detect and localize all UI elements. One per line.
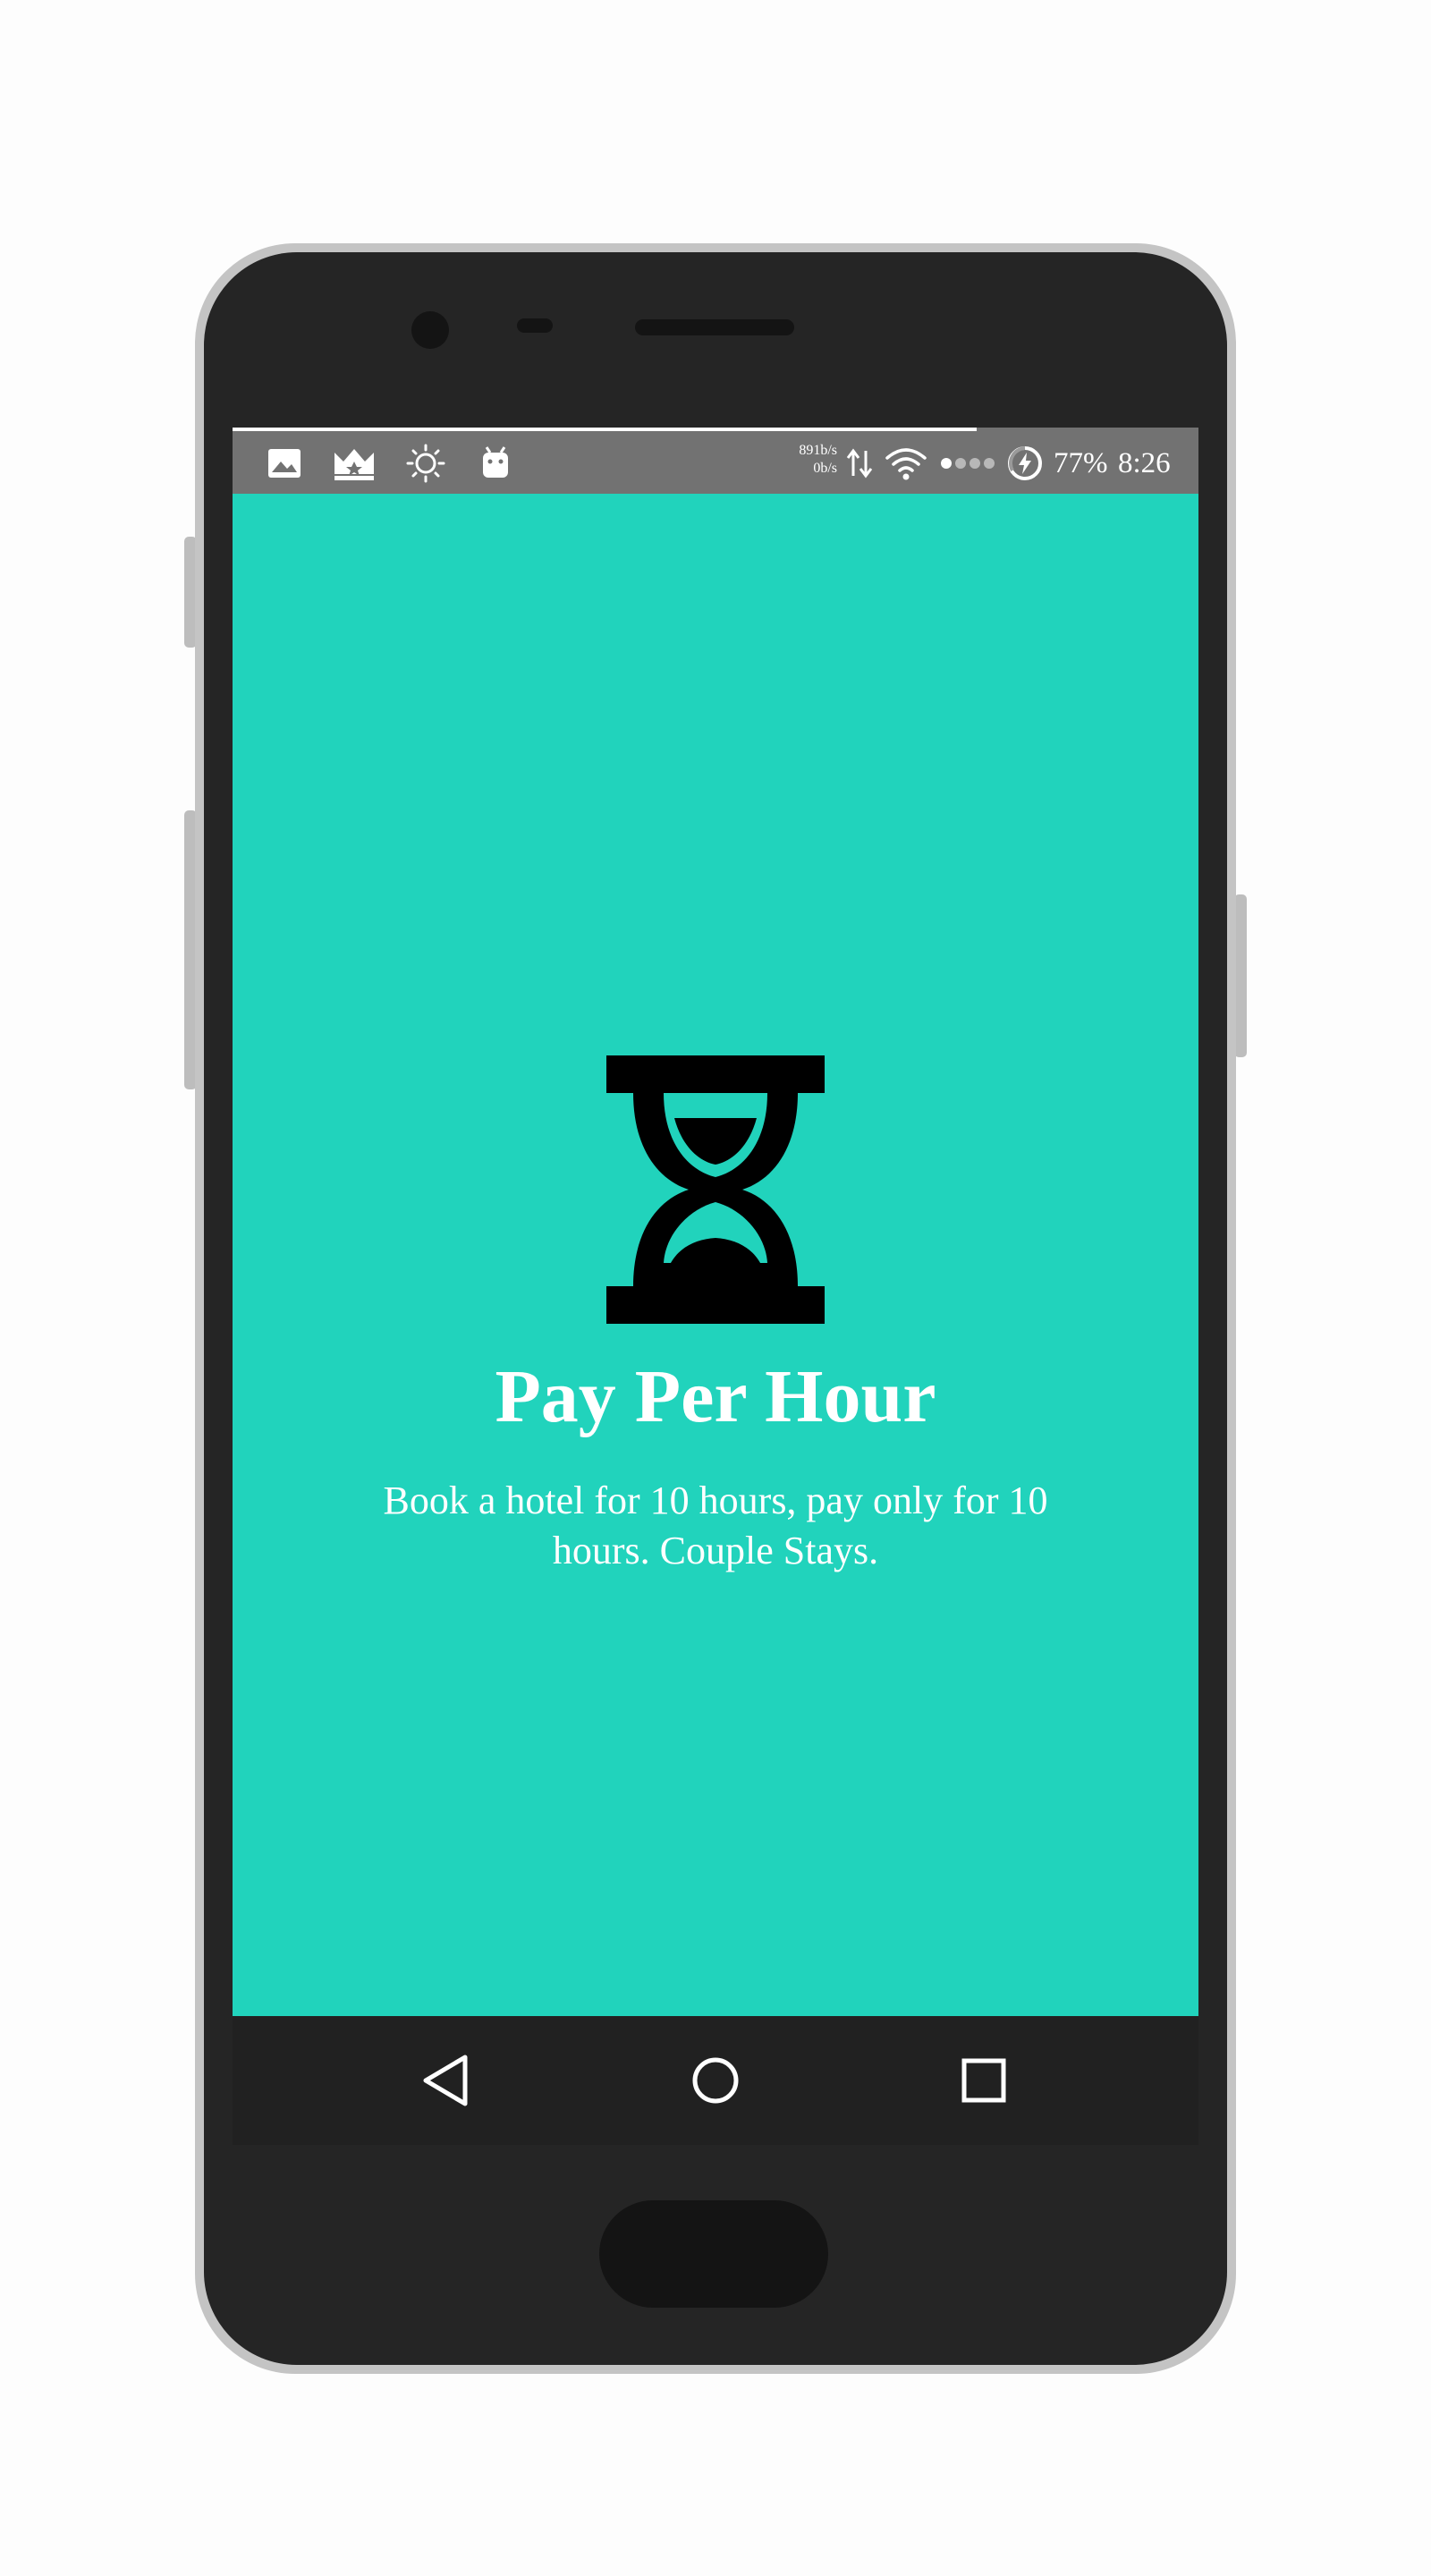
battery-percent: 77% (1054, 447, 1108, 479)
network-speed: 891b/s 0b/s (780, 442, 837, 478)
front-camera (411, 311, 449, 349)
earpiece-speaker (635, 319, 794, 335)
onboarding-content: Pay Per Hour Book a hotel for 10 hours, … (233, 494, 1198, 2016)
network-download-speed: 0b/s (813, 461, 837, 476)
navigation-bar (233, 2016, 1198, 2145)
image-icon (268, 449, 301, 478)
hourglass-icon (606, 1055, 825, 1324)
android-icon (483, 446, 508, 478)
onboarding-description: Book a hotel for 10 hours, pay only for … (383, 1479, 1048, 1572)
onboarding-title: Pay Per Hour (495, 1355, 936, 1438)
wifi-icon (885, 448, 927, 480)
status-bar: 891b/s 0b/s 77% 8:26 (233, 428, 1198, 494)
back-icon[interactable] (415, 2048, 479, 2113)
data-arrows-icon (846, 448, 873, 479)
brightness-icon (406, 444, 445, 483)
status-progress-line (233, 428, 977, 431)
crown-icon (334, 449, 374, 480)
battery-charging-icon (1008, 446, 1042, 480)
signal-dots-icon (941, 458, 995, 469)
proximity-sensor (517, 318, 553, 333)
home-icon[interactable] (683, 2048, 748, 2113)
physical-home-key (599, 2200, 828, 2308)
network-upload-speed: 891b/s (799, 443, 837, 458)
clock: 8:26 (1118, 447, 1171, 479)
power-button (1234, 894, 1247, 1057)
recents-icon[interactable] (952, 2048, 1016, 2113)
phone-screen: 891b/s 0b/s 77% 8:26 Pay Per Hour Book a… (233, 428, 1198, 2145)
